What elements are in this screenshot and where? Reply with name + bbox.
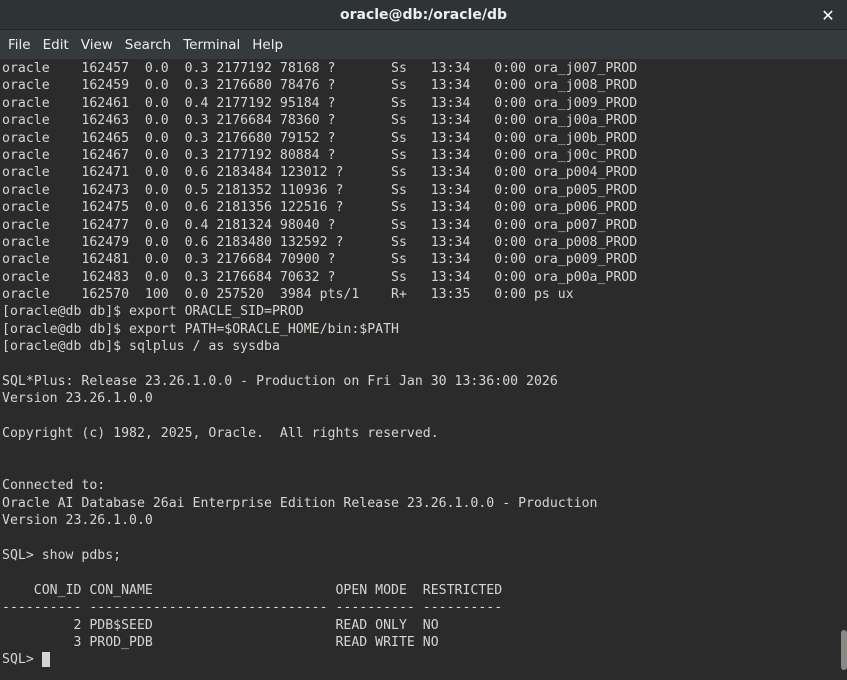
terminal-line: oracle 162479 0.0 0.6 2183480 132592 ? S… [2,234,638,250]
terminal-line: [oracle@db db]$ export PATH=$ORACLE_HOME… [2,321,399,337]
terminal-line: Copyright (c) 1982, 2025, Oracle. All ri… [2,426,439,442]
terminal-line: oracle 162477 0.0 0.4 2181324 98040 ? Ss… [2,217,638,233]
close-icon: ✕ [821,5,835,25]
terminal-line: oracle 162483 0.0 0.3 2176684 70632 ? Ss… [2,269,638,285]
terminal-line: oracle 162459 0.0 0.3 2176680 78476 ? Ss… [2,78,638,94]
active-prompt-line[interactable]: SQL> [0,651,841,668]
terminal-line: oracle 162463 0.0 0.3 2176684 78360 ? Ss… [2,113,638,129]
terminal-line: oracle 162467 0.0 0.3 2177192 80884 ? Ss… [2,147,638,163]
text-cursor [41,652,50,668]
terminal-line: oracle 162570 100 0.0 257520 3984 pts/1 … [2,287,574,303]
terminal-line: SQL*Plus: Release 23.26.1.0.0 - Producti… [2,374,558,390]
terminal-line: Version 23.26.1.0.0 [2,513,153,529]
terminal-line: oracle 162457 0.0 0.3 2177192 78168 ? Ss… [2,61,638,76]
sql-prompt: SQL> [2,652,42,668]
terminal-window: oracle@db:/oracle/db ✕ File Edit View Se… [0,0,847,680]
menu-search[interactable]: Search [120,33,176,57]
terminal-line: SQL> show pdbs; [2,547,122,563]
window-title: oracle@db:/oracle/db [339,6,508,23]
terminal-line: CON_ID CON_NAME OPEN MODE RESTRICTED [2,582,503,598]
menu-bar: File Edit View Search Terminal Help [0,30,847,60]
menu-edit[interactable]: Edit [38,33,74,57]
terminal-line: oracle 162461 0.0 0.4 2177192 95184 ? Ss… [2,95,638,111]
terminal-line: Oracle AI Database 26ai Enterprise Editi… [2,495,598,511]
terminal-line: 3 PROD_PDB READ WRITE NO [2,634,439,650]
vertical-scrollbar[interactable] [841,60,847,680]
close-button[interactable]: ✕ [817,4,839,26]
terminal-output: oracle 162457 0.0 0.3 2177192 78168 ? Ss… [0,60,841,651]
menu-view[interactable]: View [76,33,118,57]
terminal-line: oracle 162475 0.0 0.6 2181356 122516 ? S… [2,200,638,216]
terminal-line: oracle 162471 0.0 0.6 2183484 123012 ? S… [2,165,638,181]
terminal-output-area[interactable]: oracle 162457 0.0 0.3 2177192 78168 ? Ss… [0,60,841,680]
terminal-line: 2 PDB$SEED READ ONLY NO [2,617,439,633]
terminal-line: oracle 162465 0.0 0.3 2176680 79152 ? Ss… [2,130,638,146]
terminal-line: ---------- -----------------------------… [2,600,503,616]
menu-terminal[interactable]: Terminal [178,33,245,57]
menu-file[interactable]: File [3,33,36,57]
title-bar[interactable]: oracle@db:/oracle/db ✕ [0,0,847,30]
terminal-line: Version 23.26.1.0.0 [2,391,153,407]
scrollbar-thumb[interactable] [841,630,847,670]
terminal-line: [oracle@db db]$ sqlplus / as sysdba [2,339,280,355]
terminal-line: Connected to: [2,478,106,494]
menu-help[interactable]: Help [247,33,288,57]
terminal-line: oracle 162473 0.0 0.5 2181352 110936 ? S… [2,182,638,198]
terminal-line: [oracle@db db]$ export ORACLE_SID=PROD [2,304,304,320]
terminal-line: oracle 162481 0.0 0.3 2176684 70900 ? Ss… [2,252,638,268]
